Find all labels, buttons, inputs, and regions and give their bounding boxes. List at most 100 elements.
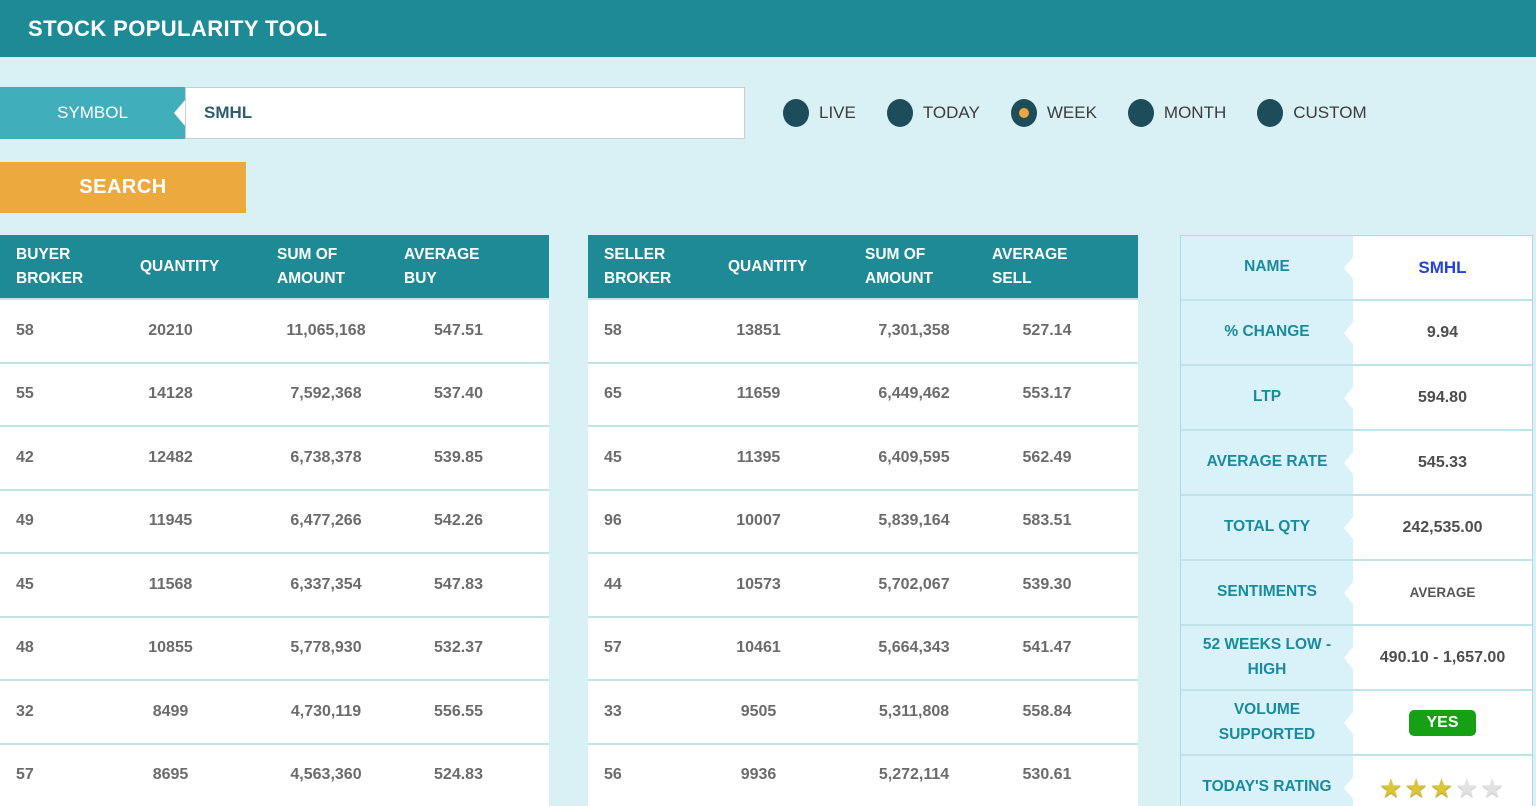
- column-header: QUANTITY: [713, 255, 828, 278]
- cell: 65: [588, 385, 713, 403]
- volume-supported-badge: YES: [1409, 710, 1475, 736]
- summary-value: 242,535.00: [1353, 496, 1532, 559]
- cell: 58: [0, 322, 125, 340]
- summary-value-text: 242,535.00: [1402, 519, 1482, 537]
- stock-popularity-tool-screen: STOCK POPULARITY TOOL SYMBOL LIVE TODAY WE…: [0, 0, 1536, 806]
- period-option-week[interactable]: WEEK: [1011, 99, 1097, 127]
- buyer-table: BUYER BROKERQUANTITYSUM OF AMOUNTAVERAGE…: [0, 235, 549, 806]
- table-row: 582021011,065,168547.51: [0, 298, 549, 362]
- summary-value-text: 594.80: [1418, 389, 1467, 407]
- cell: 527.14: [978, 322, 1138, 340]
- radio-icon[interactable]: [1257, 99, 1283, 127]
- cell: 8695: [125, 766, 240, 784]
- cell: 10855: [125, 639, 240, 657]
- summary-label: AVERAGE RATE: [1181, 431, 1353, 494]
- radio-icon[interactable]: [1011, 99, 1037, 127]
- cell: 553.17: [978, 385, 1138, 403]
- summary-row: TODAY'S RATING★★★★★: [1181, 756, 1532, 806]
- radio-icon[interactable]: [887, 99, 913, 127]
- stock-name-link[interactable]: SMHL: [1418, 258, 1466, 278]
- period-option-live[interactable]: LIVE: [783, 99, 856, 127]
- cell: 7,301,358: [828, 322, 978, 340]
- cell: 14128: [125, 385, 240, 403]
- table-row: 49119456,477,266542.26: [0, 489, 549, 553]
- summary-value: 9.94: [1353, 301, 1532, 364]
- cell: 558.84: [978, 703, 1138, 721]
- summary-row: 52 WEEKS LOW - HIGH 490.10 - 1,657.00: [1181, 626, 1532, 691]
- cell: 11945: [125, 512, 240, 530]
- table-row: 3395055,311,808558.84: [588, 679, 1138, 743]
- cell: 96: [588, 512, 713, 530]
- cell: 541.47: [978, 639, 1138, 657]
- period-label: TODAY: [923, 103, 980, 123]
- summary-label: VOLUME SUPPORTED: [1181, 691, 1353, 754]
- radio-icon[interactable]: [1128, 99, 1154, 127]
- cell: 5,311,808: [828, 703, 978, 721]
- cell: 6,477,266: [240, 512, 390, 530]
- summary-label: NAME: [1181, 236, 1353, 299]
- summary-row: % CHANGE9.94: [1181, 301, 1532, 366]
- summary-value: AVERAGE: [1353, 561, 1532, 624]
- cell: 5,664,343: [828, 639, 978, 657]
- summary-row: LTP 594.80: [1181, 366, 1532, 431]
- cell: 4,730,119: [240, 703, 390, 721]
- table-row: 55141287,592,368537.40: [0, 362, 549, 426]
- summary-row: VOLUME SUPPORTED YES: [1181, 691, 1532, 756]
- summary-label: LTP: [1181, 366, 1353, 429]
- cell: 539.30: [978, 576, 1138, 594]
- radio-icon[interactable]: [783, 99, 809, 127]
- cell: 547.51: [390, 322, 549, 340]
- cell: 6,409,595: [828, 449, 978, 467]
- search-button[interactable]: SEARCH: [0, 162, 246, 213]
- table-row: 3284994,730,119556.55: [0, 679, 549, 743]
- page-title: STOCK POPULARITY TOOL: [0, 16, 327, 42]
- cell: 6,449,462: [828, 385, 978, 403]
- cell: 5,839,164: [828, 512, 978, 530]
- period-group: LIVE TODAY WEEK MONTH CUSTOM: [783, 87, 1398, 139]
- table-row: 44105735,702,067539.30: [588, 552, 1138, 616]
- column-header: SUM OF AMOUNT: [240, 243, 390, 290]
- cell: 537.40: [390, 385, 549, 403]
- summary-panel: NAME SMHL % CHANGE9.94LTP 594.80 AVERAGE RAT…: [1180, 235, 1533, 806]
- table-header: BUYER BROKERQUANTITYSUM OF AMOUNTAVERAGE…: [0, 235, 549, 298]
- cell: 532.37: [390, 639, 549, 657]
- summary-value-text: AVERAGE: [1410, 585, 1476, 600]
- cell: 13851: [713, 322, 828, 340]
- period-option-month[interactable]: MONTH: [1128, 99, 1226, 127]
- cell: 12482: [125, 449, 240, 467]
- seller-table: SELLER BROKERQUANTITYSUM OF AMOUNTAVERAG…: [588, 235, 1138, 806]
- summary-value-text: 490.10 - 1,657.00: [1380, 649, 1505, 667]
- table-row: 65116596,449,462553.17: [588, 362, 1138, 426]
- cell: 58: [588, 322, 713, 340]
- summary-label: 52 WEEKS LOW - HIGH: [1181, 626, 1353, 689]
- cell: 55: [0, 385, 125, 403]
- star-icon: ★: [1430, 775, 1455, 801]
- cell: 45: [0, 576, 125, 594]
- table-row: 5699365,272,114530.61: [588, 743, 1138, 806]
- cell: 8499: [125, 703, 240, 721]
- table-row: 57104615,664,343541.47: [588, 616, 1138, 680]
- cell: 5,272,114: [828, 766, 978, 784]
- period-label: WEEK: [1047, 103, 1097, 123]
- period-label: MONTH: [1164, 103, 1226, 123]
- cell: 4,563,360: [240, 766, 390, 784]
- symbol-input[interactable]: [185, 87, 745, 139]
- period-option-today[interactable]: TODAY: [887, 99, 980, 127]
- summary-label: % CHANGE: [1181, 301, 1353, 364]
- summary-row: SENTIMENTSAVERAGE: [1181, 561, 1532, 626]
- period-option-custom[interactable]: CUSTOM: [1257, 99, 1366, 127]
- star-icon: ★: [1405, 775, 1430, 801]
- summary-row: AVERAGE RATE545.33: [1181, 431, 1532, 496]
- table-row: 45113956,409,595562.49: [588, 425, 1138, 489]
- star-icon: ★: [1480, 775, 1505, 801]
- symbol-label: SYMBOL: [0, 87, 185, 139]
- summary-value: ★★★★★: [1353, 756, 1532, 806]
- cell: 42: [0, 449, 125, 467]
- cell: 11659: [713, 385, 828, 403]
- cell: 57: [0, 766, 125, 784]
- cell: 48: [0, 639, 125, 657]
- star-icon: ★: [1455, 775, 1480, 801]
- cell: 11395: [713, 449, 828, 467]
- table-row: 96100075,839,164583.51: [588, 489, 1138, 553]
- cell: 33: [588, 703, 713, 721]
